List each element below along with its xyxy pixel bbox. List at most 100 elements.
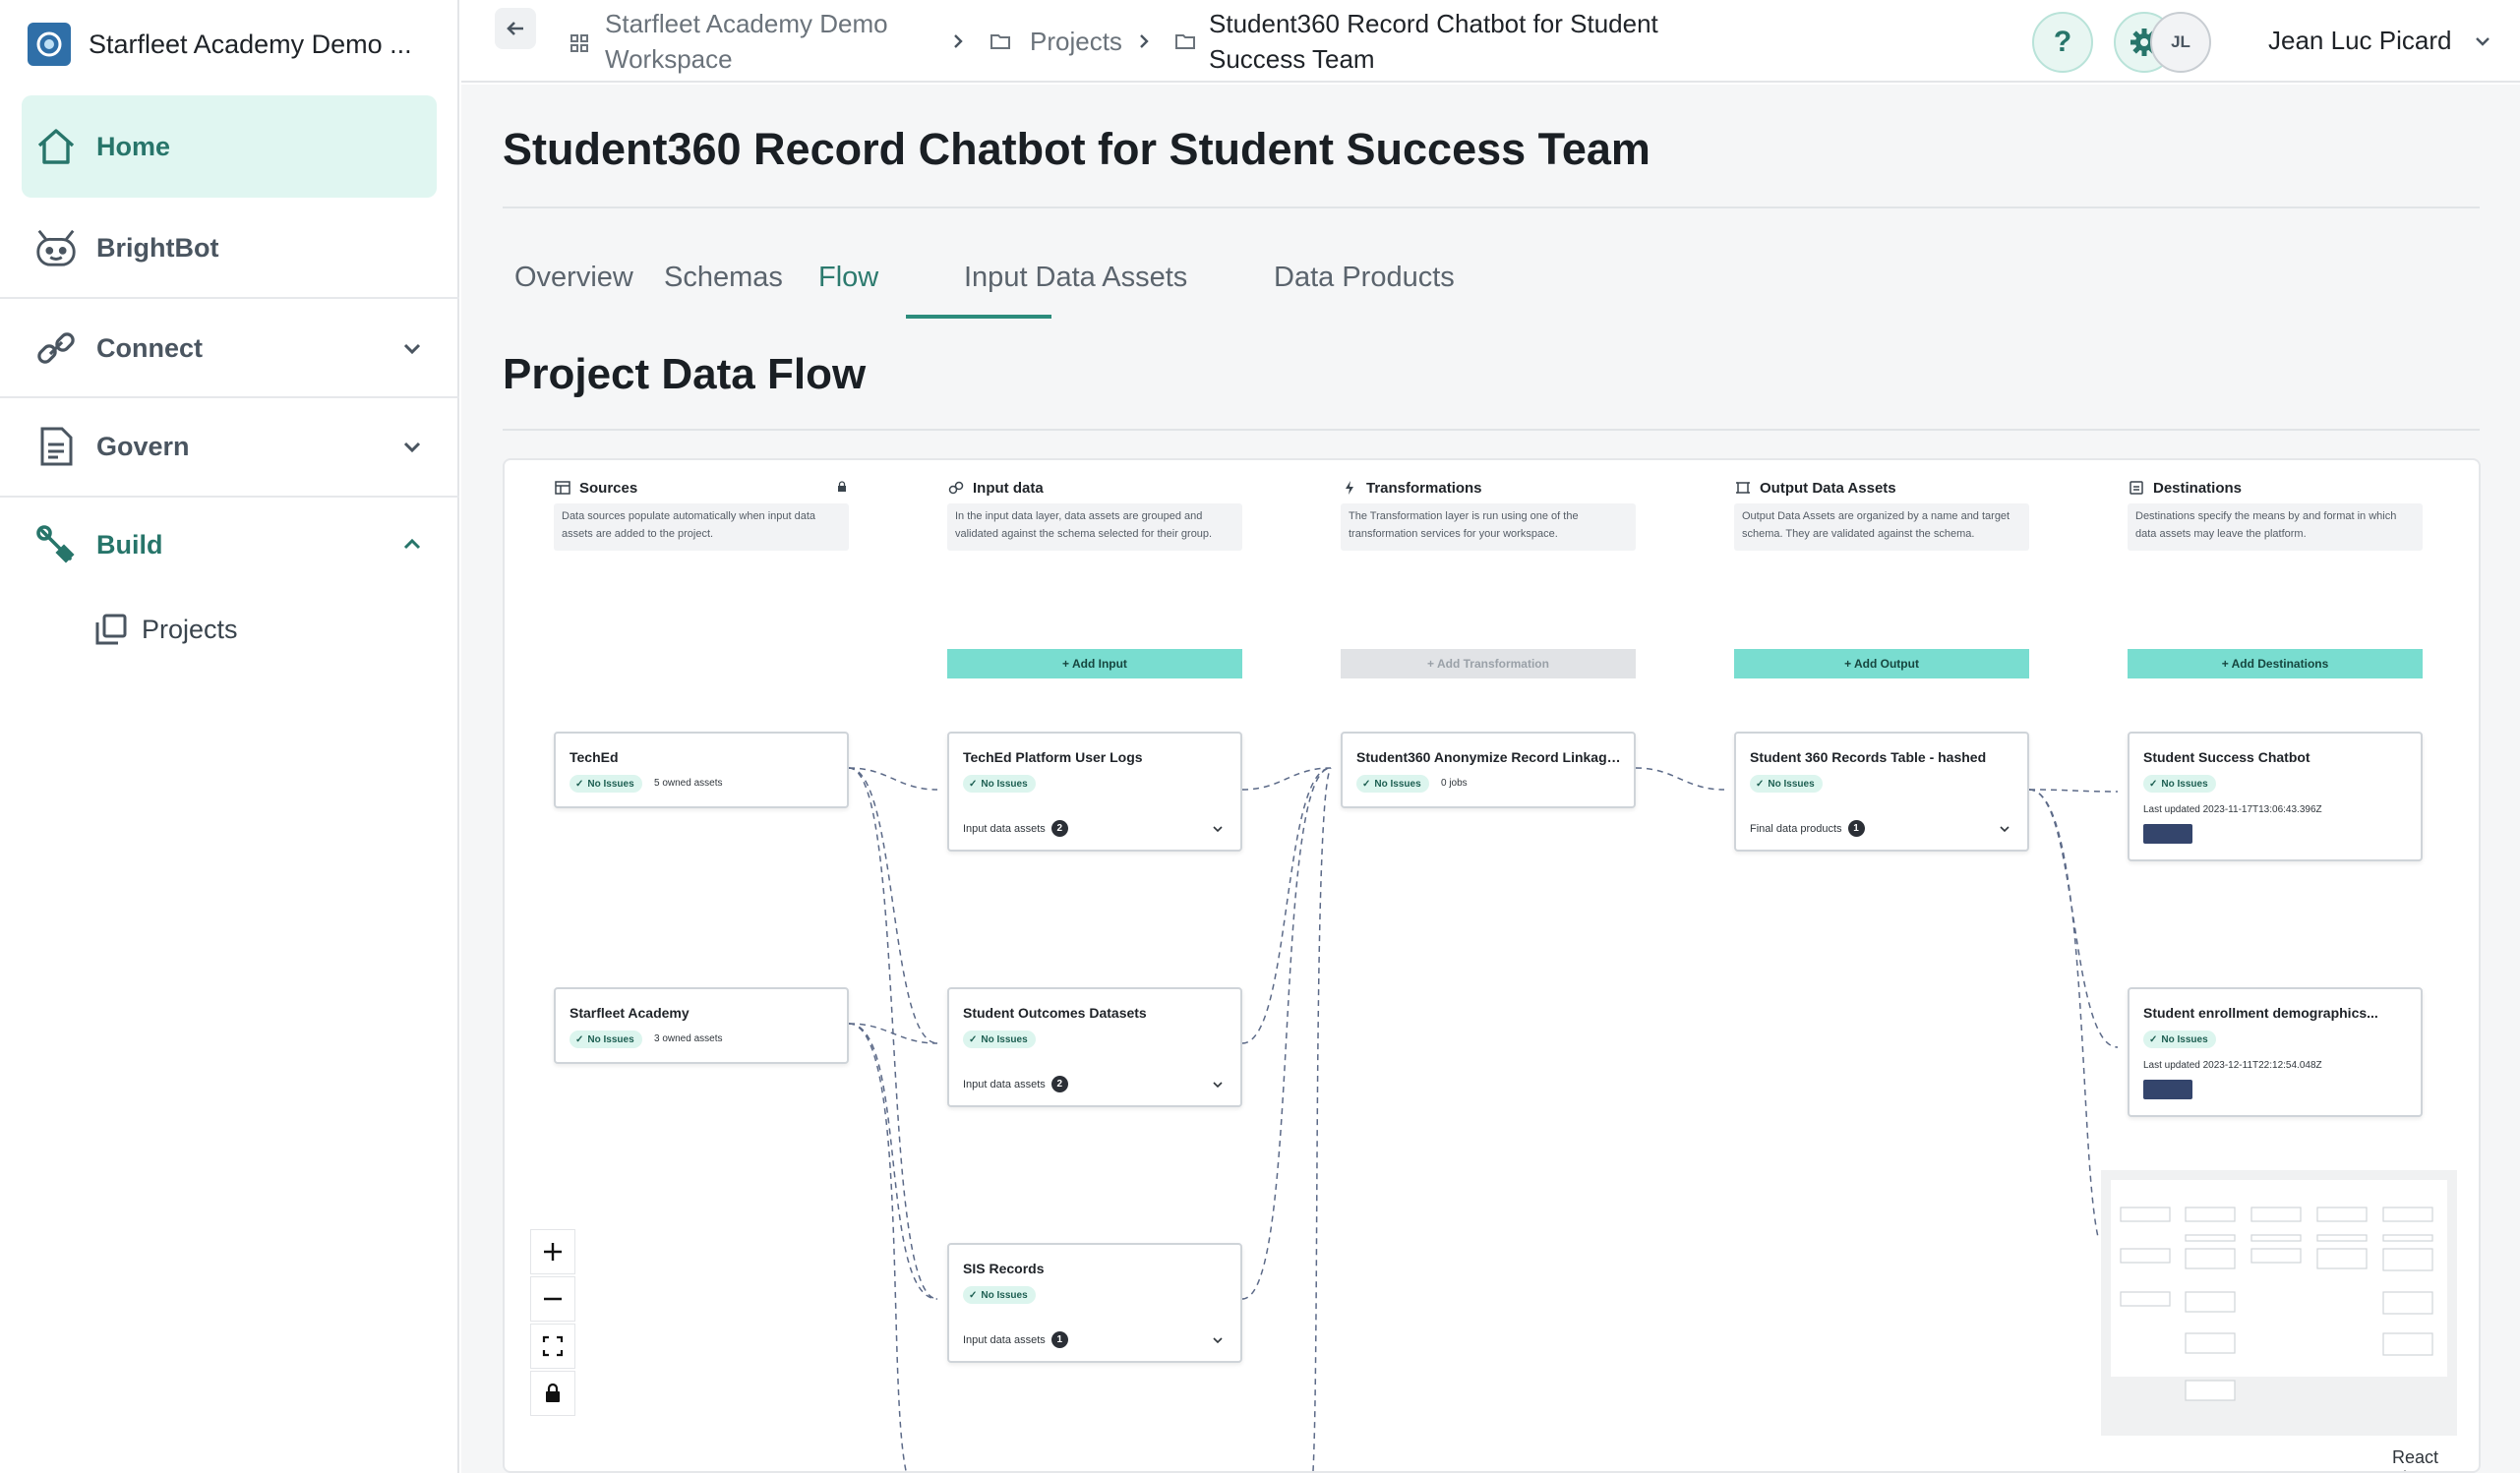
destination-node-student-enrollment-demographics[interactable]: Student enrollment demographics... ✓ No I… <box>2128 987 2423 1117</box>
workspace-name: Starfleet Academy Demo ... <box>89 29 412 59</box>
folder-icon <box>1175 34 1195 49</box>
arrow-left-icon <box>507 22 523 35</box>
column-header-input-data: Input data <box>947 476 1044 500</box>
section-title: Project Data Flow <box>503 350 867 398</box>
chevron-up-icon[interactable] <box>398 531 426 559</box>
user-name[interactable]: Jean Luc Picard <box>2268 26 2451 56</box>
chevron-down-icon[interactable] <box>1211 822 1225 836</box>
sidebar-item-govern[interactable]: Govern <box>0 417 459 476</box>
transformation-node-student360-anonymize[interactable]: Student360 Anonymize Record Linkage... ✓… <box>1341 732 1636 808</box>
tab-schemas[interactable]: Schemas <box>664 262 783 294</box>
main-content: Student360 Record Chatbot for Student Su… <box>461 85 2520 1473</box>
bolt-icon <box>1346 481 1353 495</box>
document-icon <box>33 424 79 469</box>
status-badge: ✓ No Issues <box>570 1031 642 1048</box>
flow-canvas[interactable]: Sources Data sources populate automatica… <box>503 458 2481 1473</box>
edge <box>1312 767 1332 1471</box>
chevron-down-icon[interactable] <box>1211 1078 1225 1091</box>
fit-view-button[interactable] <box>530 1324 575 1369</box>
column-description: Data sources populate automatically when… <box>554 503 849 551</box>
add-transformation-button[interactable]: + Add Transformation <box>1341 649 1636 678</box>
sidebar-item-connect[interactable]: Connect <box>0 319 459 378</box>
sidebar-item-projects[interactable]: Projects <box>0 600 459 659</box>
source-node-teched[interactable]: TechEd ✓ No Issues 5 owned assets <box>554 732 849 808</box>
destination-icon <box>2130 481 2143 495</box>
input-node-sis-records[interactable]: SIS Records ✓ No Issues Input data assets… <box>947 1243 1242 1363</box>
robot-icon <box>33 225 79 270</box>
breadcrumb-projects[interactable]: Projects <box>1030 24 1122 59</box>
edge <box>1241 767 1332 1044</box>
react-flow-attribution[interactable]: React Flow <box>2392 1447 2479 1471</box>
tab-input-data-assets[interactable]: Input Data Assets <box>964 262 1187 294</box>
lock-icon[interactable] <box>835 480 849 494</box>
add-destinations-button[interactable]: + Add Destinations <box>2128 649 2423 678</box>
zoom-in-button[interactable] <box>530 1229 575 1274</box>
chevron-down-icon[interactable] <box>398 334 426 362</box>
help-button[interactable]: ? <box>2032 12 2093 73</box>
workspace-switcher[interactable]: Starfleet Academy Demo ... <box>28 20 412 69</box>
input-node-student-outcomes-datasets[interactable]: Student Outcomes Datasets ✓ No Issues Inp… <box>947 987 1242 1107</box>
toggle-interactivity-button[interactable] <box>530 1371 575 1416</box>
tab-flow[interactable]: Flow <box>818 262 878 294</box>
sidebar-item-home[interactable]: Home <box>22 95 437 198</box>
folders-icon <box>89 607 134 652</box>
check-icon: ✓ <box>969 1033 978 1045</box>
edge <box>2028 789 2119 793</box>
chevron-down-icon[interactable] <box>2471 29 2494 53</box>
input-node-teched-platform-user-logs[interactable]: TechEd Platform User Logs ✓ No Issues Inp… <box>947 732 1242 852</box>
destination-node-student-success-chatbot[interactable]: Student Success Chatbot ✓ No Issues Last … <box>2128 732 2423 861</box>
active-tab-indicator <box>906 315 1051 319</box>
folder-icon <box>990 34 1010 49</box>
output-node-student-360-records-table[interactable]: Student 360 Records Table - hashed ✓ No I… <box>1734 732 2029 852</box>
edge <box>848 767 938 791</box>
edge <box>848 767 938 1044</box>
destination-action-bar[interactable] <box>2143 824 2192 844</box>
column-header-destinations: Destinations <box>2128 476 2242 500</box>
column-header-output-data-assets: Output Data Assets <box>1734 476 1896 500</box>
breadcrumb-current-project: Student360 Record Chatbot for Student Su… <box>1209 9 1658 74</box>
check-icon: ✓ <box>575 778 584 790</box>
minimap-nodes <box>2111 1180 2447 1401</box>
status-badge: ✓ No Issues <box>2143 775 2216 793</box>
sidebar-item-build[interactable]: Build <box>0 515 459 574</box>
tab-data-products[interactable]: Data Products <box>1274 262 1455 294</box>
add-output-button[interactable]: + Add Output <box>1734 649 2029 678</box>
sidebar-item-label: BrightBot <box>96 232 219 263</box>
status-badge: ✓ No Issues <box>1750 775 1823 793</box>
tab-overview[interactable]: Overview <box>514 262 633 294</box>
check-icon: ✓ <box>1362 778 1371 790</box>
grid-icon <box>570 34 588 52</box>
minus-icon <box>544 1297 562 1301</box>
add-input-button[interactable]: + Add Input <box>947 649 1242 678</box>
column-header-transformations: Transformations <box>1341 476 1482 500</box>
count-badge: 2 <box>1050 1076 1068 1092</box>
status-badge: ✓ No Issues <box>963 1031 1036 1048</box>
chevron-right-icon <box>1140 34 1149 48</box>
status-badge: ✓ No Issues <box>2143 1031 2216 1048</box>
page-title: Student360 Record Chatbot for Student Su… <box>503 124 1650 174</box>
sidebar: Starfleet Academy Demo ... Home BrightBo… <box>0 0 459 1473</box>
back-button[interactable] <box>495 8 536 49</box>
edge <box>848 1023 907 1471</box>
chevron-down-icon[interactable] <box>1211 1333 1225 1347</box>
zoom-out-button[interactable] <box>530 1276 575 1322</box>
chevron-down-icon[interactable] <box>1998 822 2011 836</box>
wrench-icon <box>33 522 79 567</box>
column-description: In the input data layer, data assets are… <box>947 503 1242 551</box>
source-node-starfleet-academy[interactable]: Starfleet Academy ✓ No Issues 3 owned ass… <box>554 987 849 1064</box>
workspace-logo-icon <box>28 23 71 66</box>
status-badge: ✓ No Issues <box>1356 775 1429 793</box>
destination-action-bar[interactable] <box>2143 1080 2192 1099</box>
status-badge: ✓ No Issues <box>570 775 642 793</box>
help-icon: ? <box>2053 26 2072 58</box>
chevron-down-icon[interactable] <box>398 433 426 460</box>
minimap[interactable] <box>2101 1170 2457 1436</box>
breadcrumb-workspace[interactable]: Starfleet Academy Demo Workspace <box>605 6 888 77</box>
check-icon: ✓ <box>2149 1033 2158 1045</box>
sidebar-divider <box>0 496 459 498</box>
link-icon <box>33 325 79 371</box>
fullscreen-icon <box>542 1335 564 1357</box>
title-divider <box>503 206 2480 208</box>
avatar[interactable]: JL <box>2150 12 2211 73</box>
sidebar-item-brightbot[interactable]: BrightBot <box>0 218 459 277</box>
